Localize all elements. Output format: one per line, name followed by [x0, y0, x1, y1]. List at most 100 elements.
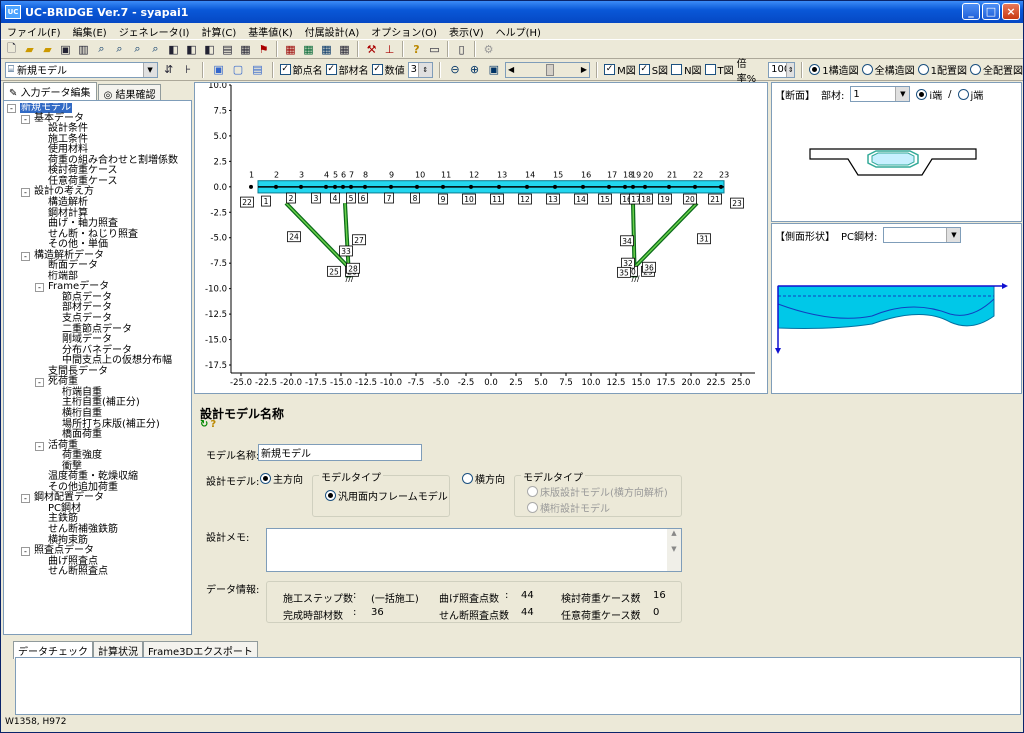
- tree-expander[interactable]: -: [7, 104, 16, 113]
- tree-item[interactable]: 場所打ち床版(補正分): [62, 419, 160, 430]
- member-name-checkbox[interactable]: ✓ 部材名: [325, 62, 369, 77]
- n-diagram-checkbox[interactable]: N図: [671, 62, 702, 77]
- disk-icon[interactable]: ◧: [165, 41, 182, 57]
- tree-item[interactable]: 主鉄筋: [48, 514, 78, 524]
- tree-expander[interactable]: -: [21, 251, 30, 261]
- memo-textarea[interactable]: ▲ ▼: [266, 528, 682, 572]
- node-name-checkbox[interactable]: ✓ 節点名: [279, 62, 323, 77]
- delete-icon[interactable]: ▥: [75, 41, 92, 57]
- export-icon[interactable]: ▤: [219, 41, 236, 57]
- fit-icon[interactable]: ▣: [486, 62, 502, 78]
- tree-item[interactable]: 設計条件: [48, 124, 88, 134]
- radio-i-end[interactable]: i端: [916, 87, 942, 102]
- model-select[interactable]: ⌸ 新規モデル ▼: [5, 61, 158, 78]
- slider-thumb[interactable]: [546, 63, 555, 76]
- open-folder2-icon[interactable]: ▰: [39, 41, 56, 57]
- menu-file[interactable]: ファイル(F): [1, 24, 67, 39]
- pc-steel-select[interactable]: ▼: [883, 227, 962, 243]
- hammer-icon[interactable]: ⚒: [363, 41, 380, 57]
- menu-standard[interactable]: 基準値(K): [242, 24, 298, 39]
- tree-expander[interactable]: -: [21, 547, 30, 557]
- tree-item[interactable]: 鋼材計算: [48, 208, 88, 219]
- maximize-button[interactable]: □: [982, 3, 1000, 20]
- tree-expander[interactable]: -: [21, 494, 30, 504]
- tab-result[interactable]: ◎ 結果確認: [97, 84, 162, 101]
- help-icon[interactable]: ?: [210, 419, 216, 430]
- zoom-out-icon[interactable]: ⊖: [447, 62, 463, 78]
- tree-item[interactable]: 構造解析: [48, 197, 88, 208]
- table3-icon[interactable]: ▦: [318, 41, 335, 57]
- memo-scrollbar[interactable]: ▲ ▼: [667, 529, 681, 571]
- layout1-icon[interactable]: ▣: [210, 62, 226, 78]
- zoom-icon[interactable]: ⌕: [93, 41, 110, 57]
- data-tree[interactable]: - 新規モデル - 基本データ 設計条件 施工条件 使用材料 荷重の組み合わせと割増係数 検討荷…: [3, 100, 192, 635]
- disk2-icon[interactable]: ◧: [183, 41, 200, 57]
- radio-1-structure[interactable]: 1構造図: [809, 62, 859, 77]
- disk3-icon[interactable]: ◧: [201, 41, 218, 57]
- tree-expander[interactable]: -: [21, 114, 30, 124]
- zoom2-icon[interactable]: ⌕: [111, 41, 128, 57]
- tree-item[interactable]: せん断照査点: [48, 567, 108, 577]
- view-slider[interactable]: ◀ ▶: [505, 61, 591, 78]
- tab-input-edit[interactable]: ✎ 入力データ編集: [3, 82, 97, 100]
- menu-generator[interactable]: ジェネレータ(I): [113, 24, 196, 39]
- save-icon[interactable]: ▣: [57, 41, 74, 57]
- tree-item[interactable]: 断面データ: [48, 261, 98, 271]
- radio-all-structure[interactable]: 全構造図: [861, 62, 915, 77]
- radio-j-end[interactable]: j端: [957, 87, 983, 102]
- tree-item[interactable]: 横桁自重: [62, 408, 102, 419]
- spin2-icon[interactable]: ⇕: [786, 62, 795, 77]
- menu-calc[interactable]: 計算(C): [195, 24, 242, 39]
- tree-item[interactable]: せん断補強鉄筋: [48, 525, 118, 535]
- slider-right-arrow[interactable]: ▶: [581, 65, 587, 74]
- tree-item[interactable]: Frameデータ: [48, 282, 109, 292]
- close-button[interactable]: ×: [1002, 3, 1020, 20]
- spin-icon[interactable]: ⇕: [417, 62, 432, 77]
- menu-attached[interactable]: 付属設計(A): [299, 24, 366, 39]
- split-icon[interactable]: ⇵: [161, 62, 177, 78]
- menu-option[interactable]: オプション(O): [365, 24, 443, 39]
- tree-item[interactable]: 検討荷重ケース: [48, 166, 118, 176]
- layout3-icon[interactable]: ▤: [249, 62, 265, 78]
- menu-help[interactable]: ヘルプ(H): [490, 24, 547, 39]
- search-icon[interactable]: ⌕: [147, 41, 164, 57]
- radio-1-layout[interactable]: 1配置図: [917, 62, 967, 77]
- radio-slab-model[interactable]: 床版設計モデル(横方向解析): [527, 484, 668, 499]
- tree-item[interactable]: その他・単価: [48, 240, 108, 250]
- open-folder-icon[interactable]: ▰: [21, 41, 38, 57]
- chevron-down-icon[interactable]: ▼: [142, 62, 157, 77]
- table-icon[interactable]: ▦: [282, 41, 299, 57]
- scale-input[interactable]: 100 ⇕: [768, 61, 796, 78]
- minimize-button[interactable]: _: [962, 3, 980, 20]
- tree-item[interactable]: 主桁自重(補正分): [62, 398, 140, 408]
- t-diagram-checkbox[interactable]: T図: [704, 62, 734, 77]
- chevron-down-icon[interactable]: ▼: [946, 228, 961, 242]
- radio-all-layout[interactable]: 全配置図: [970, 62, 1023, 77]
- tree-expander[interactable]: -: [21, 188, 30, 198]
- member-select[interactable]: 1 ▼: [850, 86, 911, 102]
- layout2-icon[interactable]: ▢: [230, 62, 246, 78]
- tree-item[interactable]: 橋面荷重: [62, 430, 102, 440]
- new-file-icon[interactable]: 🗋: [3, 41, 20, 57]
- tree-item[interactable]: 死荷重: [48, 377, 78, 387]
- chevron-down-icon[interactable]: ▼: [895, 87, 910, 101]
- table2-icon[interactable]: ▦: [300, 41, 317, 57]
- menu-edit[interactable]: 編集(E): [67, 24, 113, 39]
- frame-plot[interactable]: 10.0 7.5 5.0 2.5 0.0 -2.5 -5.0 -7.5 -10.0 -12.5 -1…: [194, 81, 768, 394]
- tree-item[interactable]: 鋼材配置データ: [34, 493, 104, 503]
- slider-left-arrow[interactable]: ◀: [508, 65, 514, 74]
- tree-item[interactable]: 中間支点上の仮想分布幅: [62, 356, 172, 366]
- model-name-field[interactable]: 新規モデル: [258, 444, 422, 461]
- grid-icon[interactable]: ▦: [237, 41, 254, 57]
- m-diagram-checkbox[interactable]: ✓ M図: [604, 62, 636, 77]
- zoom-in-icon[interactable]: ⊕: [466, 62, 482, 78]
- tree-item[interactable]: 剛域データ: [62, 335, 112, 345]
- value-checkbox[interactable]: ✓ 数値: [371, 62, 405, 77]
- tools-icon[interactable]: ⚑: [255, 41, 272, 57]
- tree-item[interactable]: 部材データ: [62, 303, 112, 313]
- radio-crossbeam-model[interactable]: 横桁設計モデル: [527, 500, 610, 515]
- menu-view[interactable]: 表示(V): [443, 24, 490, 39]
- radio-cross-direction[interactable]: 横方向: [462, 471, 505, 486]
- tree-icon[interactable]: ⊦: [180, 62, 196, 78]
- tree-item[interactable]: 照査点データ: [34, 546, 94, 556]
